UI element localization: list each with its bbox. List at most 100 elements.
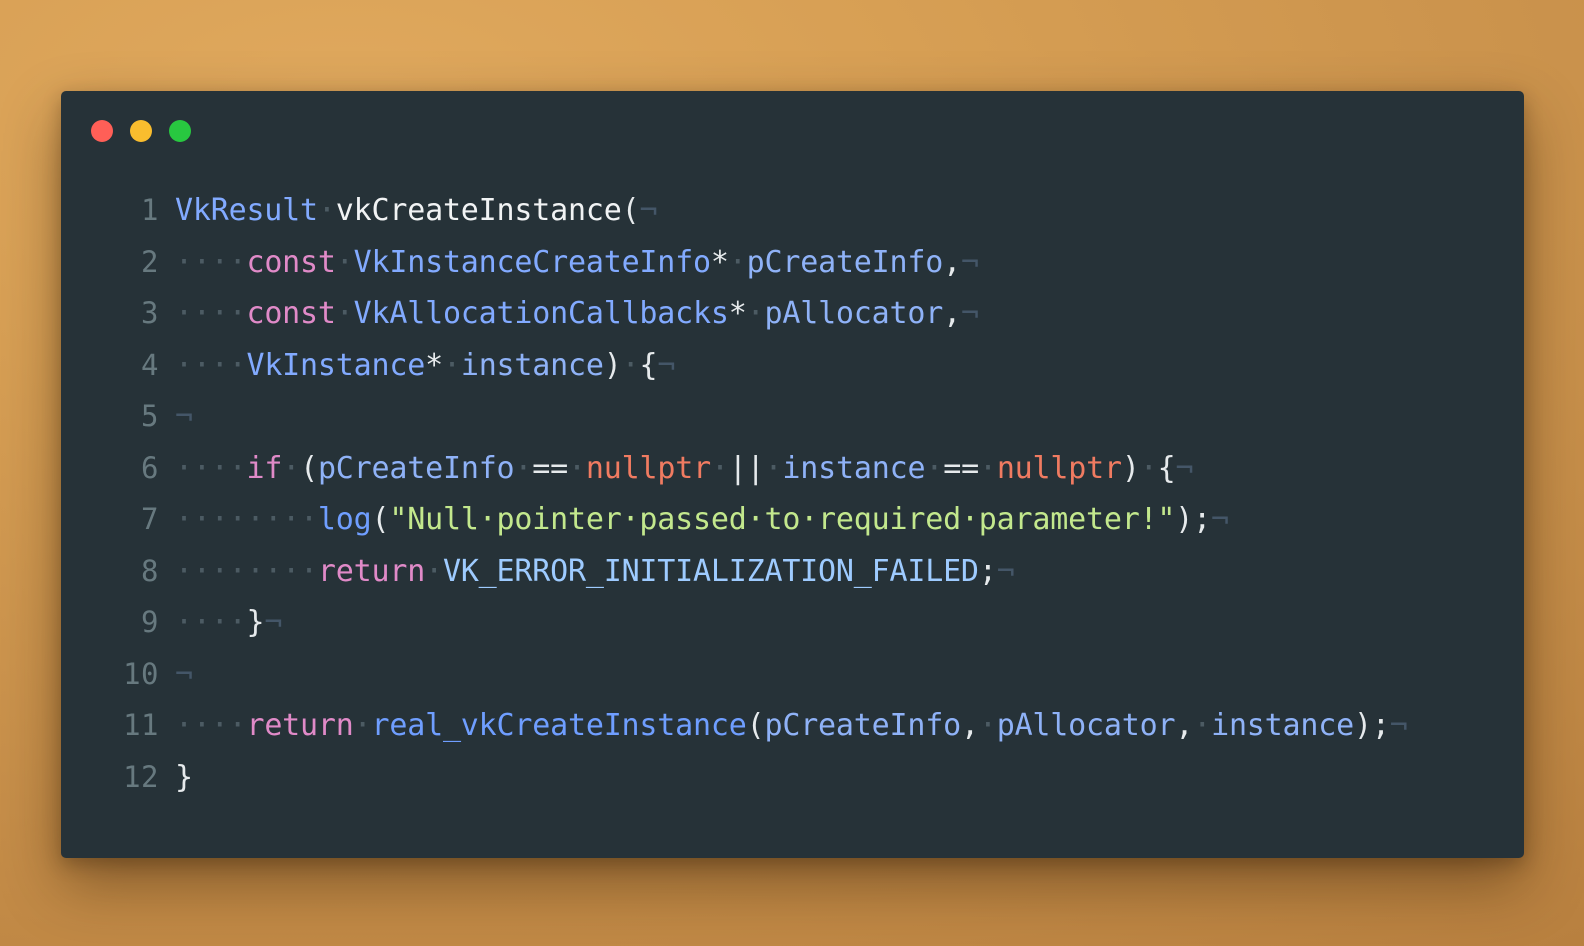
token-op: ( <box>746 708 765 743</box>
token-op: } <box>175 759 193 795</box>
token-ws: · <box>1193 708 1212 743</box>
token-type: VkAllocationCallbacks <box>353 296 729 331</box>
code-editor-window: 1 VkResult·vkCreateInstance(¬ 2 ····const·V… <box>61 91 1524 858</box>
token-kw: return <box>246 708 354 743</box>
token-ws: · <box>978 450 997 486</box>
minimize-button-icon[interactable] <box>130 120 152 142</box>
token-var: pCreateInfo <box>764 708 961 743</box>
token-op: * <box>728 296 747 331</box>
token-eol: ¬ <box>996 553 1015 589</box>
token-op: * <box>710 244 729 280</box>
line-content[interactable]: } <box>159 752 193 804</box>
zoom-button-icon[interactable] <box>169 120 191 142</box>
token-op: } <box>246 605 265 640</box>
line-number: 4 <box>141 347 159 382</box>
token-ws: · <box>710 450 729 486</box>
line-number: 8 <box>141 553 159 588</box>
code-line[interactable]: 6 ····if·(pCreateInfo·==·nullptr·||·insta… <box>101 443 1524 495</box>
token-ws: · <box>621 347 640 383</box>
token-eol: ¬ <box>264 605 283 640</box>
token-type: VkResult <box>175 193 318 228</box>
line-number: 3 <box>141 296 159 330</box>
token-op: ) <box>1121 450 1140 486</box>
token-var: pAllocator <box>996 708 1176 743</box>
token-eol: ¬ <box>175 656 193 692</box>
line-content[interactable]: ····if·(pCreateInfo·==·nullptr·||·instan… <box>159 443 1194 495</box>
code-line[interactable]: 11 ····return·real_vkCreateInstance(pCrea… <box>101 700 1524 752</box>
token-op: ; <box>1193 502 1212 537</box>
line-number: 12 <box>123 759 159 794</box>
token-str: "Null·pointer·passed·to·required·paramet… <box>389 502 1176 537</box>
token-eol: ¬ <box>960 244 979 280</box>
line-content[interactable]: ········return·VK_ERROR_INITIALIZATION_F… <box>159 546 1015 598</box>
token-op: , <box>1175 708 1194 743</box>
token-ws: ···· <box>175 296 247 331</box>
code-line[interactable]: 5 ¬ <box>101 391 1524 443</box>
close-button-icon[interactable] <box>91 120 113 142</box>
token-var: instance <box>460 347 604 383</box>
token-op: * <box>425 347 443 383</box>
token-ws: · <box>335 296 354 331</box>
line-content[interactable]: ········log("Null·pointer·passed·to·requ… <box>159 494 1229 546</box>
token-ws: · <box>317 193 336 228</box>
token-ws: ···· <box>175 605 247 640</box>
token-eol: ¬ <box>1389 708 1408 743</box>
token-ws: · <box>442 347 461 383</box>
screenshot-stage: 1 VkResult·vkCreateInstance(¬ 2 ····const·V… <box>0 0 1584 946</box>
line-content[interactable]: VkResult·vkCreateInstance(¬ <box>159 185 658 237</box>
code-line[interactable]: 7 ········log("Null·pointer·passed·to·req… <box>101 494 1524 546</box>
token-var: pCreateInfo <box>746 244 944 280</box>
token-op: == <box>943 450 979 486</box>
code-line[interactable]: 4 ····VkInstance*·instance)·{¬ <box>101 340 1524 392</box>
line-content[interactable]: ····return·real_vkCreateInstance(pCreate… <box>159 700 1408 752</box>
token-ws: · <box>335 244 354 280</box>
code-line[interactable]: 9 ····}¬ <box>101 597 1524 649</box>
line-number: 9 <box>141 605 159 639</box>
token-type: VkInstance <box>246 347 426 383</box>
line-number: 7 <box>141 502 159 536</box>
line-content[interactable]: ¬ <box>159 391 193 443</box>
token-var: pCreateInfo <box>317 450 515 486</box>
line-number: 11 <box>123 708 159 742</box>
token-ws: · <box>728 244 747 280</box>
token-op: ( <box>371 502 390 537</box>
token-fn: vkCreateInstance <box>335 193 622 228</box>
token-op: , <box>943 244 961 280</box>
token-ws: · <box>514 450 533 486</box>
code-line[interactable]: 2 ····const·VkInstanceCreateInfo*·pCreate… <box>101 237 1524 289</box>
token-kw: return <box>317 553 426 589</box>
token-op: ; <box>978 553 997 589</box>
token-op: , <box>943 296 961 331</box>
line-content[interactable]: ····}¬ <box>159 597 282 649</box>
token-op: ; <box>1371 708 1390 743</box>
line-number: 2 <box>141 244 159 279</box>
code-line[interactable]: 8 ········return·VK_ERROR_INITIALIZATION_… <box>101 546 1524 598</box>
line-content[interactable]: ····const·VkAllocationCallbacks*·pAlloca… <box>159 288 979 340</box>
token-var: pAllocator <box>764 296 944 331</box>
token-op: ) <box>1175 502 1194 537</box>
token-ws: ········ <box>175 502 318 537</box>
token-kw: if <box>246 450 283 486</box>
token-const: nullptr <box>996 450 1122 486</box>
code-line[interactable]: 3 ····const·VkAllocationCallbacks*·pAlloc… <box>101 288 1524 340</box>
code-line[interactable]: 1 VkResult·vkCreateInstance(¬ <box>101 185 1524 237</box>
line-content[interactable]: ····VkInstance*·instance)·{¬ <box>159 340 675 392</box>
token-ws: · <box>568 450 586 486</box>
line-content[interactable]: ····const·VkInstanceCreateInfo*·pCreateI… <box>159 237 979 289</box>
token-ws: · <box>425 553 443 589</box>
token-type: VkInstanceCreateInfo <box>353 244 711 280</box>
token-fncall: log <box>317 502 372 537</box>
line-content[interactable]: ¬ <box>159 649 193 701</box>
token-ws: · <box>353 708 372 743</box>
code-line[interactable]: 12} <box>101 752 1524 804</box>
token-eol: ¬ <box>657 347 676 383</box>
code-content[interactable]: 1 VkResult·vkCreateInstance(¬ 2 ····const·V… <box>61 185 1524 858</box>
window-titlebar <box>91 120 191 142</box>
code-line[interactable]: 10 ¬ <box>101 649 1524 701</box>
token-var: instance <box>1211 708 1354 743</box>
token-kw: const <box>246 244 336 280</box>
token-ws: ···· <box>175 708 247 743</box>
token-fncall: real_vkCreateInstance <box>371 708 747 743</box>
token-op: ) <box>1353 708 1372 743</box>
token-ws: · <box>746 296 765 331</box>
